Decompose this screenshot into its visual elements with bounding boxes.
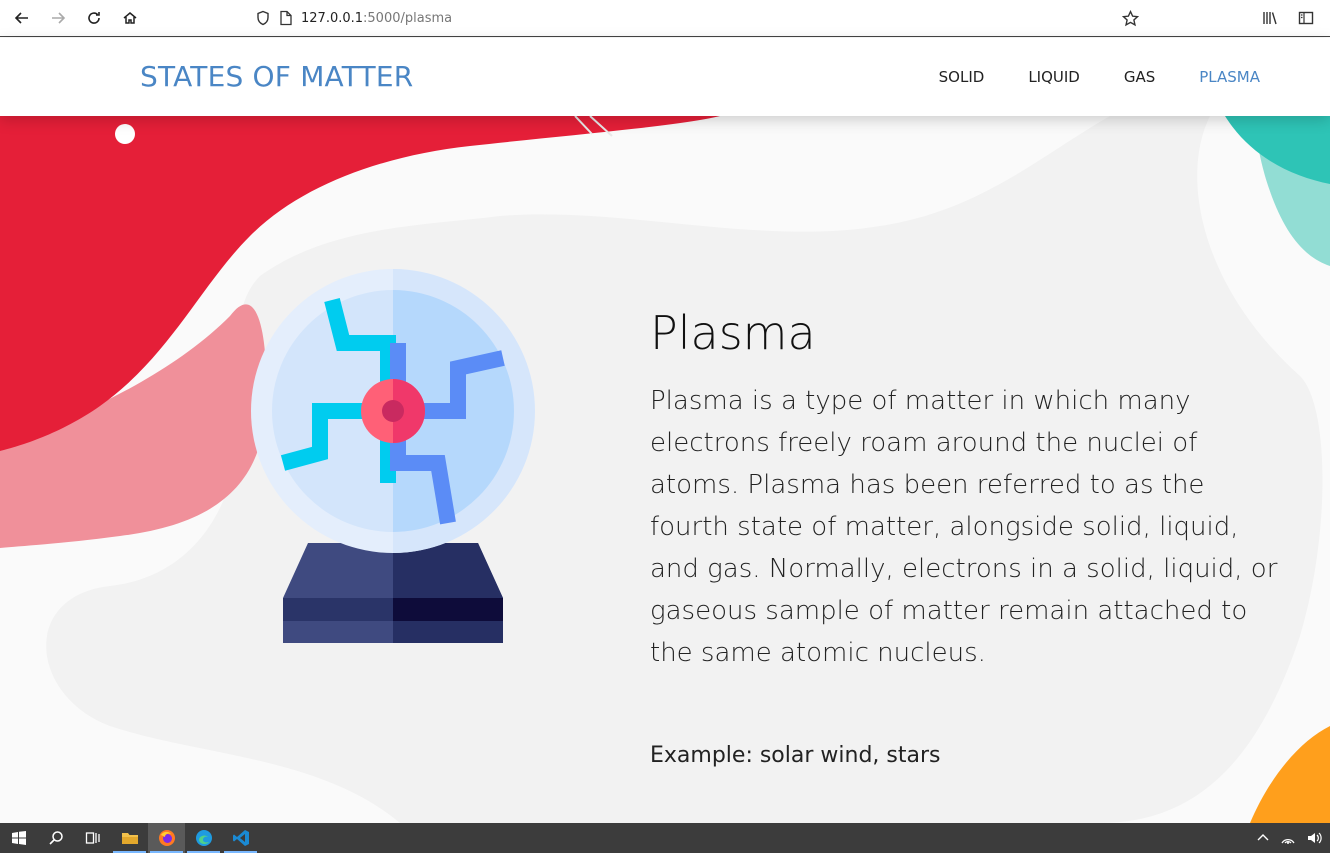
page-title: Plasma — [650, 306, 816, 360]
url-text: 127.0.0.1:5000/plasma — [301, 11, 452, 26]
main-nav: SOLID LIQUID GAS PLASMA — [939, 68, 1260, 86]
star-icon — [1121, 9, 1139, 26]
site-brand[interactable]: STATES OF MATTER — [140, 60, 413, 93]
task-view-button[interactable] — [74, 823, 111, 853]
home-button[interactable] — [112, 0, 148, 36]
reload-icon — [88, 12, 100, 24]
edge-button[interactable] — [185, 823, 222, 853]
forward-button[interactable] — [40, 0, 76, 36]
back-arrow-icon — [14, 12, 28, 24]
site-header: STATES OF MATTER SOLID LIQUID GAS PLASMA — [0, 38, 1330, 116]
vscode-button[interactable] — [222, 823, 259, 853]
library-button[interactable] — [1252, 0, 1288, 36]
windows-logo-icon — [11, 831, 26, 845]
volume-icon[interactable] — [1306, 831, 1322, 845]
vscode-icon — [232, 830, 249, 846]
edge-icon — [195, 830, 212, 846]
search-button[interactable] — [37, 823, 74, 853]
toolbar-right — [1252, 0, 1330, 36]
nav-plasma[interactable]: PLASMA — [1199, 68, 1260, 86]
search-icon — [48, 831, 63, 845]
firefox-button[interactable] — [148, 823, 185, 853]
home-icon — [123, 12, 137, 24]
url-host: 127.0.0.1 — [301, 10, 364, 26]
sidebar-icon — [1298, 11, 1314, 25]
wifi-icon[interactable] — [1280, 831, 1296, 845]
reload-button[interactable] — [76, 0, 112, 36]
nav-solid[interactable]: SOLID — [939, 68, 985, 86]
browser-toolbar: 127.0.0.1:5000/plasma — [0, 0, 1330, 37]
plasma-description: Plasma is a type of matter in which many… — [650, 386, 1278, 668]
page-icon — [280, 10, 292, 26]
content-block: Plasma Plasma is a type of matter in whi… — [650, 306, 1290, 674]
nav-liquid[interactable]: LIQUID — [1028, 68, 1080, 86]
sidebar-button[interactable] — [1288, 0, 1324, 36]
firefox-icon — [158, 830, 175, 846]
library-icon — [1263, 12, 1277, 25]
taskbar — [0, 823, 1330, 853]
chevron-up-icon[interactable] — [1256, 831, 1270, 845]
back-button[interactable] — [4, 0, 40, 36]
address-bar[interactable]: 127.0.0.1:5000/plasma — [255, 0, 452, 36]
bookmark-star-button[interactable] — [1116, 0, 1144, 36]
file-explorer-button[interactable] — [111, 823, 148, 853]
hero-section: Plasma Plasma is a type of matter in whi… — [0, 116, 1330, 823]
forward-arrow-icon — [52, 12, 66, 24]
task-view-icon — [85, 832, 100, 844]
white-dot — [115, 124, 135, 144]
example-text: Example: solar wind, stars — [650, 743, 941, 768]
nav-gas[interactable]: GAS — [1124, 68, 1155, 86]
plasma-ball-icon — [251, 269, 535, 643]
windows-start-button[interactable] — [0, 823, 37, 853]
shield-icon — [257, 10, 269, 26]
url-path: :5000/plasma — [363, 10, 453, 26]
system-tray — [1256, 823, 1322, 853]
orange-blob — [1250, 726, 1330, 823]
folder-icon — [121, 833, 138, 844]
